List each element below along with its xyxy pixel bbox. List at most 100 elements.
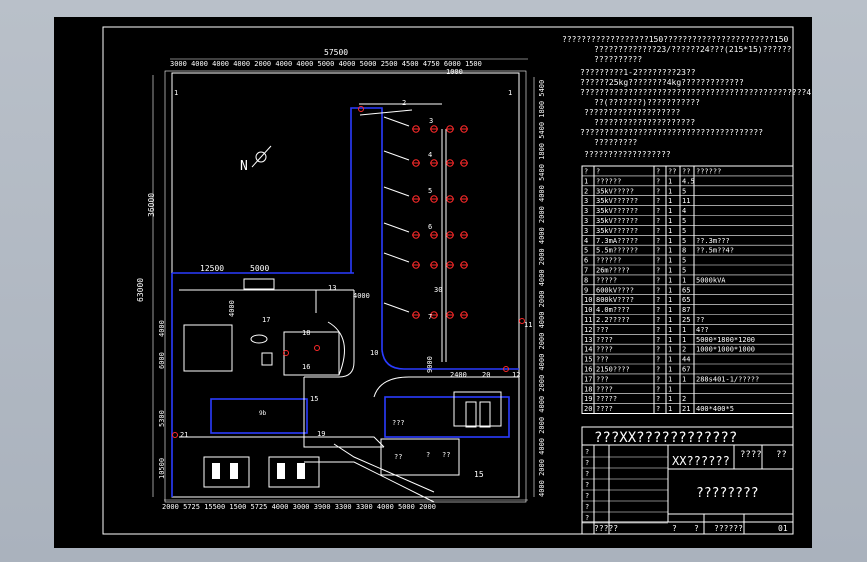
table-cell: ??? (596, 375, 609, 383)
table-cell: 2 (584, 187, 588, 195)
marker-box (261, 352, 273, 366)
table-cell: 5 (682, 187, 686, 195)
table-cell: 21 (682, 405, 690, 413)
note-line: ?????????????????????????????????????? (580, 128, 763, 137)
table-cell: 4.5 (682, 177, 695, 185)
table-cell: 26m????? (596, 267, 630, 275)
table-cell: ???? (596, 385, 613, 393)
table-cell: 65 (682, 296, 690, 304)
note-line: ??????25kg????????4kg????????????? (580, 78, 744, 87)
table-cell: ??? (596, 326, 609, 334)
table-cell: 9 (584, 286, 588, 294)
table-cell: 3 (584, 197, 588, 205)
label-4000b: 4000 (353, 292, 370, 300)
table-cell: 1 (682, 375, 686, 383)
table-cell: ????? (596, 276, 617, 284)
table-cell: 5 (584, 247, 588, 255)
table-cell: 4 (682, 207, 686, 215)
table-cell: 17 (584, 375, 592, 383)
table-cell: ????? (596, 395, 617, 403)
num-5: 5 (428, 187, 432, 195)
num-30: 30 (434, 286, 442, 294)
table-cell: ???? (596, 336, 613, 344)
table-cell: 65 (682, 286, 690, 294)
table-cell: 35kV?????? (596, 197, 638, 205)
stack-2 (479, 401, 491, 428)
table-cell: ? (656, 405, 660, 413)
curve-road (373, 376, 519, 398)
table-cell: 1 (668, 375, 672, 383)
drawing-name-suffix2: ?? (776, 450, 787, 460)
table-cell: ? (656, 177, 660, 185)
table-cell: 4 (584, 237, 588, 245)
lightning-rod-icon (314, 345, 320, 351)
table-cell: 5.5m?????? (596, 247, 638, 255)
table-cell: 14 (584, 346, 592, 354)
north-arrow-icon: N (240, 145, 272, 174)
table-cell: 1 (668, 227, 672, 235)
project-title: ???XX???????????? (594, 430, 737, 446)
table-cell: 1 (668, 187, 672, 195)
label-q2: ?? (394, 453, 402, 461)
num-2: 2 (402, 99, 406, 107)
table-cell: 44 (682, 356, 690, 364)
table-cell: 1 (668, 296, 672, 304)
road-edge-2 (350, 107, 383, 350)
num-11: 11 (524, 321, 532, 329)
table-cell: 1 (668, 405, 672, 413)
transformer-icons (212, 463, 305, 479)
inner-road-2 (304, 290, 355, 378)
table-cell: 20 (584, 405, 592, 413)
table-header-cell: ? (584, 168, 588, 176)
label-q3: ? (426, 451, 430, 459)
title-block-label: ? (585, 481, 589, 489)
note-line: ?????????? (594, 55, 642, 64)
table-cell: 35kV?????? (596, 217, 638, 225)
label-9000: 9000 (426, 356, 434, 373)
table-cell: 5 (682, 227, 686, 235)
table-cell: 19 (584, 395, 592, 403)
table-cell: 16 (584, 366, 592, 374)
table-cell: 1 (668, 217, 672, 225)
table-cell: ? (656, 395, 660, 403)
table-cell: 2.2????? (596, 316, 630, 324)
table-cell: ? (656, 356, 660, 364)
table-header-cell: ?? (682, 168, 690, 176)
footer-1: ????? (594, 524, 618, 533)
table-cell: 67 (682, 366, 690, 374)
title-block: ??????? ???XX???????????? XX?????? ???? … (581, 426, 794, 535)
table-cell: 1 (668, 385, 672, 393)
table-cell: 1 (668, 247, 672, 255)
table-cell: 1 (682, 326, 686, 334)
table-header-cell: ?? (668, 168, 676, 176)
table-cell: ? (656, 385, 660, 393)
feeder-line (383, 222, 410, 233)
footer-2: ? (672, 524, 677, 533)
note-line: ???????????????????? (584, 108, 681, 117)
table-cell: ? (656, 346, 660, 354)
dim-left-4: 10500 (158, 458, 166, 479)
drawing-sheet: 57500 3000 4000 4000 4000 2000 4000 4000… (54, 17, 812, 548)
building-small (243, 278, 275, 290)
table-cell: 1 (682, 276, 686, 284)
table-header-cell: ?????? (696, 168, 721, 176)
dim-left-3: 5300 (158, 410, 166, 427)
dim-top-total: 57500 (324, 48, 348, 57)
num-16: 16 (302, 363, 310, 371)
num-3: 3 (429, 117, 433, 125)
table-cell: 1 (668, 197, 672, 205)
inner-road-5 (304, 461, 435, 503)
feeder-line (383, 252, 410, 263)
label-12500: 12500 (200, 264, 224, 273)
feeder-line (383, 116, 410, 127)
table-cell: ? (656, 306, 660, 314)
table-cell: 1 (668, 177, 672, 185)
inner-road-6 (333, 443, 435, 493)
table-cell: 1 (668, 326, 672, 334)
num-20: 20 (482, 371, 490, 379)
table-cell: ? (656, 237, 660, 245)
drawing-title: ???????? (696, 486, 759, 501)
table-cell: ? (656, 247, 660, 255)
table-cell: 8 (682, 247, 686, 255)
table-cell: 7 (584, 267, 588, 275)
